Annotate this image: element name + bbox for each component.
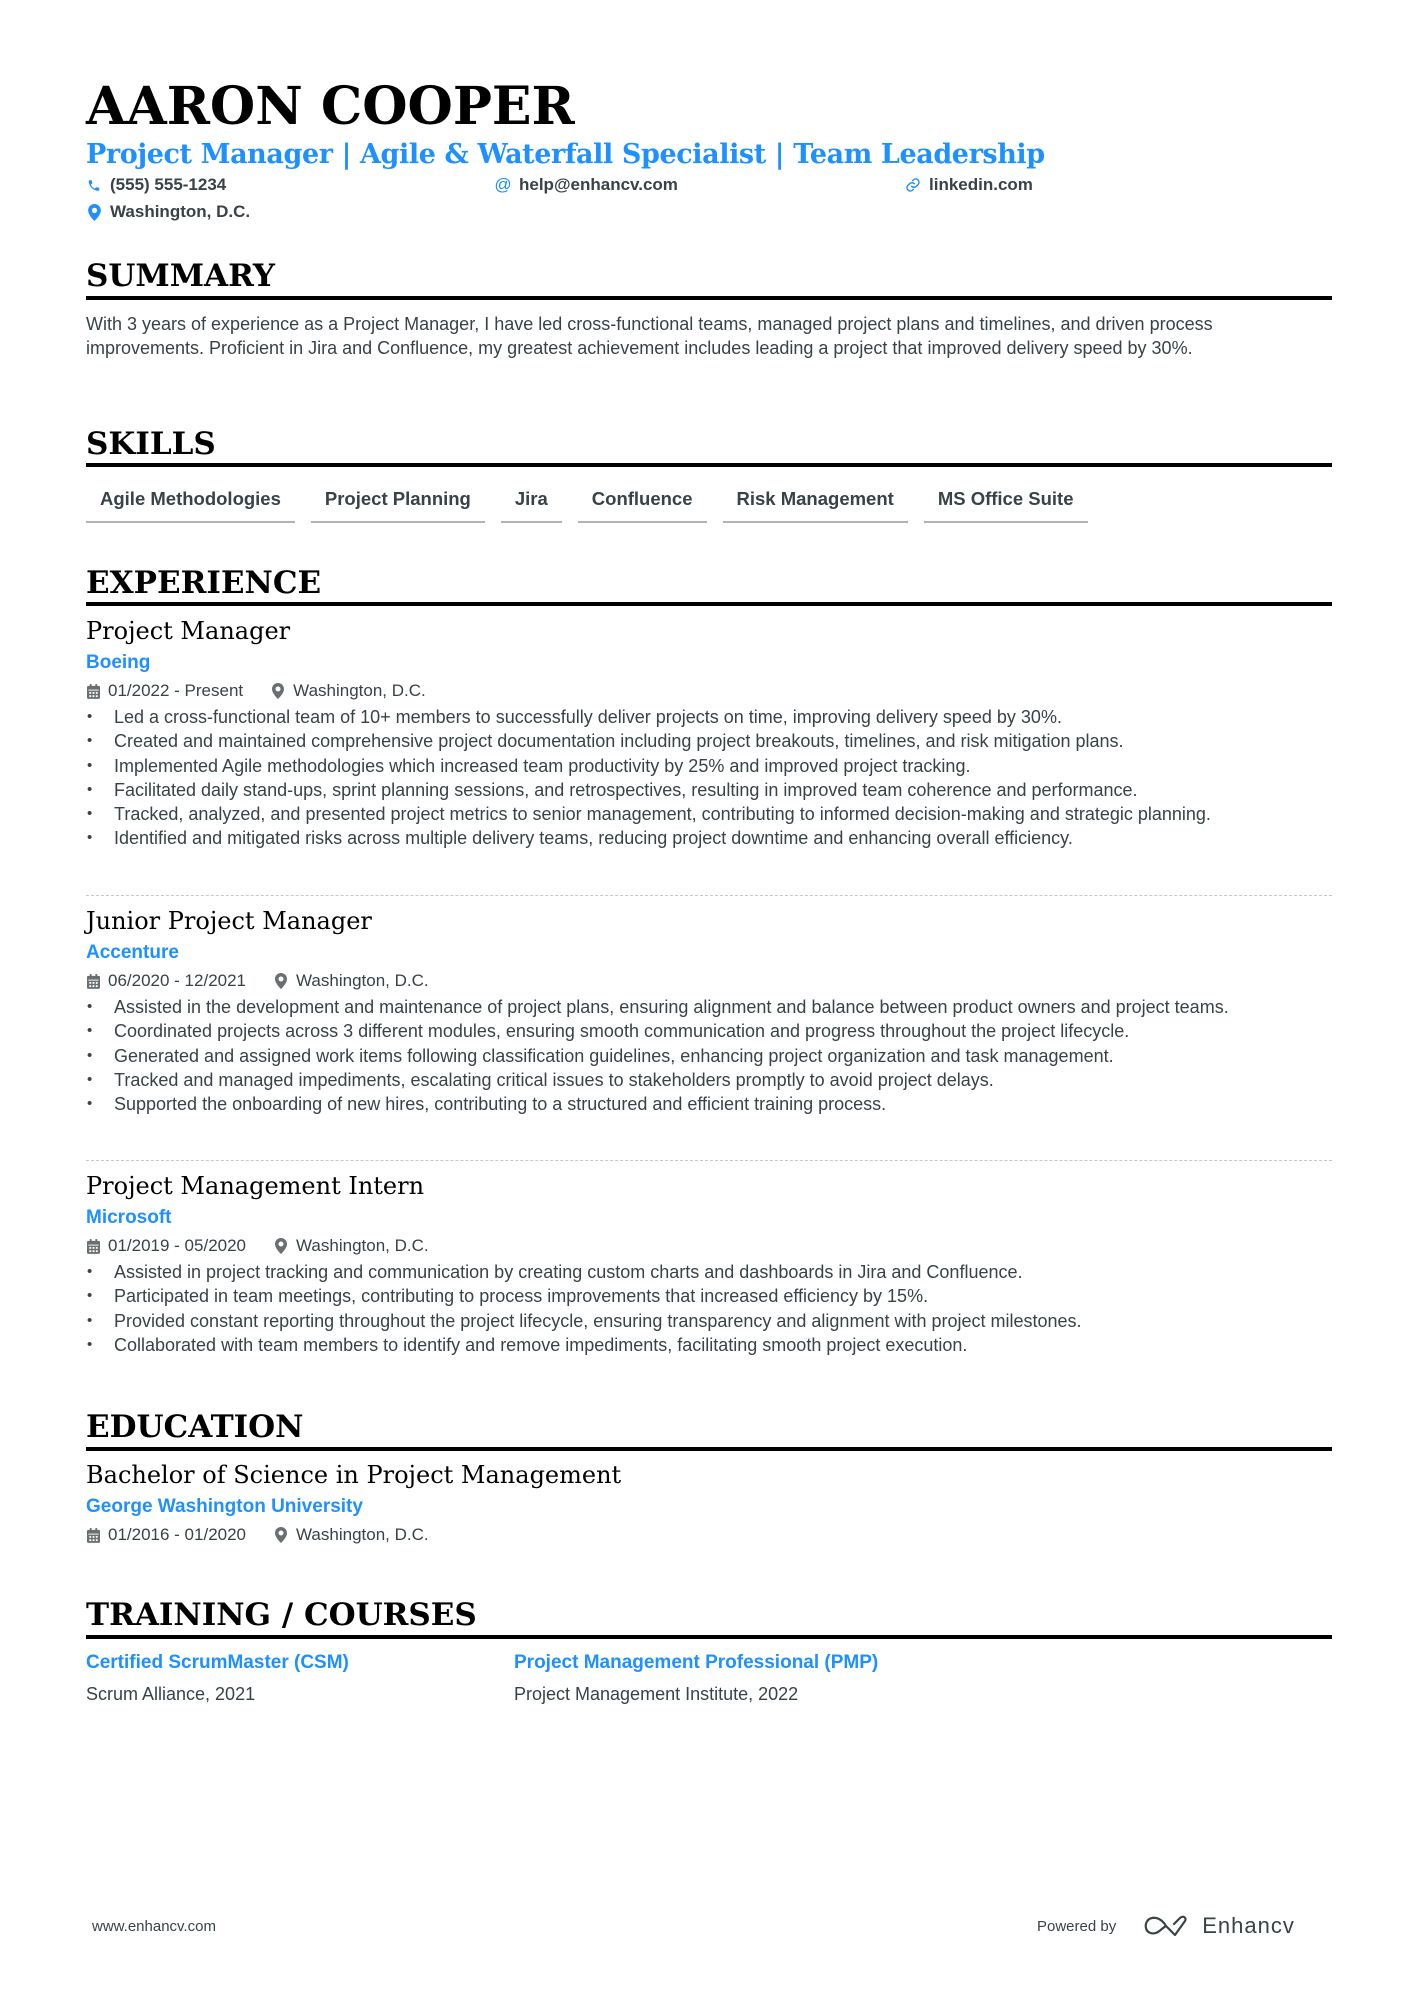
footer-website-link[interactable]: www.enhancv.com [92,1918,216,1935]
calendar-icon [86,1238,100,1254]
phone-icon [86,176,102,194]
school-name: George Washington University [86,1496,363,1517]
bullet-item: Collaborated with team members to identi… [86,1333,1332,1358]
skill-tag: Jira [500,485,562,523]
location-pin-icon [86,203,102,221]
link-icon [905,176,921,194]
enhancv-logo-icon [1144,1915,1187,1937]
experience-divider [86,602,1332,606]
bullet-item: Created and maintained comprehensive pro… [86,729,1332,754]
enhancv-brand: Enhancv [1202,1913,1295,1938]
skills-list: Agile Methodologies Project Planning Jir… [86,485,1088,523]
experience-entry: Project Manager Boeing 01/2022 - Present… [86,614,1332,851]
job-location: Washington, D.C. [293,681,426,700]
location-pin-icon [274,1527,288,1543]
bullet-item: Implemented Agile methodologies which in… [86,754,1332,779]
experience-entry: Junior Project Manager Accenture 06/2020… [86,904,1332,1117]
powered-by[interactable]: Powered by Enhancv [1037,1913,1295,1939]
contact-row: (555) 555-1234 @ help@enhancv.com linked… [86,174,1332,196]
bullet-item: Supported the onboarding of new hires, c… [86,1092,1332,1117]
job-bullets: Led a cross-functional team of 10+ membe… [86,705,1332,851]
contact-phone[interactable]: (555) 555-1234 [86,174,226,196]
summary-divider [86,296,1332,300]
job-title: Junior Project Manager [86,907,372,935]
job-meta: 01/2019 - 05/2020 Washington, D.C. [86,1234,1332,1258]
email-text: help@enhancv.com [519,175,678,194]
contact-location: Washington, D.C. [86,201,250,223]
contact-row-2: Washington, D.C. [86,201,1332,223]
experience-heading: EXPERIENCE [86,565,322,601]
skill-tag: Agile Methodologies [86,485,295,523]
phone-text: (555) 555-1234 [110,175,227,194]
company-name: Boeing [86,652,151,673]
entry-separator [86,895,1332,896]
candidate-name: AARON COOPER [86,76,575,137]
job-location: Washington, D.C. [296,971,429,990]
course-item: Project Management Professional (PMP) Pr… [514,1650,894,1706]
course-detail: Project Management Institute, 2022 [514,1684,799,1704]
location-pin-icon [274,1238,288,1254]
bullet-item: Facilitated daily stand-ups, sprint plan… [86,778,1332,803]
summary-text: With 3 years of experience as a Project … [86,314,1213,358]
candidate-title: Project Manager | Agile & Waterfall Spec… [86,139,1045,170]
experience-entry: Project Management Intern Microsoft 01/2… [86,1169,1332,1357]
job-title: Project Manager [86,617,291,645]
bullet-item: Coordinated projects across 3 different … [86,1019,1332,1044]
job-meta: 06/2020 - 12/2021 Washington, D.C. [86,969,1332,993]
skill-tag: Confluence [577,485,707,523]
skill-tag: Project Planning [310,485,485,523]
job-bullets: Assisted in the development and maintena… [86,995,1332,1117]
calendar-icon [86,683,100,699]
course-item: Certified ScrumMaster (CSM) Scrum Allian… [86,1650,466,1706]
course-detail: Scrum Alliance, 2021 [86,1684,256,1704]
education-heading: EDUCATION [86,1409,304,1445]
skill-tag: Risk Management [722,485,908,523]
bullet-item: Participated in team meetings, contribut… [86,1284,1332,1309]
skills-heading: SKILLS [86,426,216,462]
job-title: Project Management Intern [86,1172,425,1200]
location-text: Washington, D.C. [110,202,251,221]
course-title: Certified ScrumMaster (CSM) [86,1652,349,1673]
education-location: Washington, D.C. [296,1525,429,1544]
skills-divider [86,463,1332,467]
job-dates: 06/2020 - 12/2021 [108,971,247,990]
skill-tag: MS Office Suite [923,485,1088,523]
enhancv-logo: Enhancv [1144,1913,1295,1939]
bullet-item: Identified and mitigated risks across mu… [86,826,1332,851]
bullet-item: Led a cross-functional team of 10+ membe… [86,705,1332,730]
education-divider [86,1447,1332,1451]
training-divider [86,1635,1332,1639]
linkedin-text: linkedin.com [929,175,1033,194]
job-meta: 01/2022 - Present Washington, D.C. [86,679,1332,703]
bullet-item: Assisted in the development and maintena… [86,995,1332,1020]
contact-email[interactable]: @ help@enhancv.com [494,174,678,196]
at-icon: @ [494,175,512,194]
bullet-item: Assisted in project tracking and communi… [86,1260,1332,1285]
entry-separator [86,1160,1332,1161]
bullet-item: Provided constant reporting throughout t… [86,1309,1332,1334]
training-heading: TRAINING / COURSES [86,1597,477,1633]
job-bullets: Assisted in project tracking and communi… [86,1260,1332,1357]
contact-linkedin[interactable]: linkedin.com [905,174,1033,196]
education-entry: Bachelor of Science in Project Managemen… [86,1458,1332,1547]
powered-by-label: Powered by [1037,1917,1117,1935]
summary-heading: SUMMARY [86,258,276,294]
job-dates: 01/2022 - Present [108,681,244,700]
calendar-icon [86,973,100,989]
location-pin-icon [271,683,285,699]
education-meta: 01/2016 - 01/2020 Washington, D.C. [86,1523,1332,1547]
job-dates: 01/2019 - 05/2020 [108,1236,247,1255]
degree-title: Bachelor of Science in Project Managemen… [86,1461,622,1489]
company-name: Accenture [86,942,179,963]
location-pin-icon [274,973,288,989]
job-location: Washington, D.C. [296,1236,429,1255]
bullet-item: Generated and assigned work items follow… [86,1044,1332,1069]
course-title: Project Management Professional (PMP) [514,1652,879,1673]
bullet-item: Tracked, analyzed, and presented project… [86,802,1332,827]
education-dates: 01/2016 - 01/2020 [108,1525,247,1544]
calendar-icon [86,1527,100,1543]
bullet-item: Tracked and managed impediments, escalat… [86,1068,1332,1093]
company-name: Microsoft [86,1207,172,1228]
